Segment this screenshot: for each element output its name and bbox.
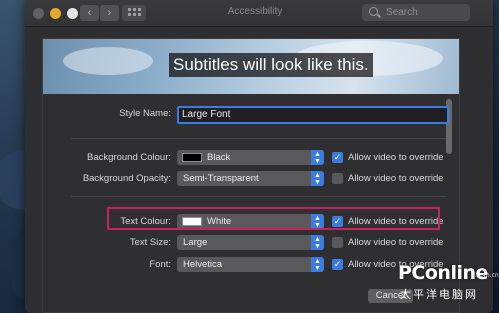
override-label: Allow video to override [348,237,444,248]
chevron-updown-icon: ▲ ▼ [311,257,324,272]
text-size-override-checkbox[interactable] [332,237,343,248]
background-opacity-label: Background Opacity: [82,173,171,184]
title-bar: ‹ › Accessibility Search [25,0,493,27]
background-colour-override-checkbox[interactable]: ✓ [332,152,343,163]
search-placeholder: Search [386,7,418,18]
style-name-row: Style Name: Large Font [43,106,459,124]
font-value: Helvetica [183,259,223,270]
subtitle-preview: Subtitles will look like this. [43,39,459,94]
style-name-label: Style Name: [119,108,171,119]
background-colour-popup[interactable]: Black ▲ ▼ [177,150,324,165]
font-popup[interactable]: Helvetica ▲ ▼ [177,257,324,272]
divider [71,138,446,139]
background-colour-row: Background Colour: Black ▲ ▼ ✓ Allow vide… [43,150,459,166]
font-row: Font: Helvetica ▲ ▼ ✓ Allow video to over… [43,257,459,273]
chevron-updown-icon: ▲ ▼ [311,150,324,165]
preview-subtitle-text: Subtitles will look like this. [169,53,373,77]
preview-sky-cloud [63,47,153,75]
text-size-label: Text Size: [129,237,171,248]
text-size-row: Text Size: Large ▲ ▼ Allow video to overr… [43,235,459,251]
background-opacity-value: Semi-Transparent [183,173,259,184]
text-size-value: Large [183,237,208,248]
text-size-highlight-box [107,207,440,230]
background-colour-value: Black [207,152,231,163]
colour-swatch [182,153,202,162]
background-opacity-override-checkbox[interactable] [332,173,343,184]
window-title: Accessibility [227,6,283,17]
forward-button[interactable]: › [100,5,119,21]
override-label: Allow video to override [348,173,444,184]
chevron-updown-icon: ▲ ▼ [311,171,324,186]
minimize-window-button[interactable] [50,8,61,19]
pconline-watermark: PConline .com.cn 太平洋电脑网 [398,262,499,312]
style-name-field[interactable]: Large Font [177,106,449,124]
watermark-domain: .com.cn [475,272,499,279]
background-opacity-row: Background Opacity: Semi-Transparent ▲ ▼ … [43,171,459,187]
background-opacity-popup[interactable]: Semi-Transparent ▲ ▼ [177,171,324,186]
background-colour-label: Background Colour: [87,152,171,163]
font-override-checkbox[interactable]: ✓ [332,259,343,270]
back-button[interactable]: ‹ [80,5,99,21]
chevron-updown-icon: ▲ ▼ [311,235,324,250]
watermark-chinese: 太平洋电脑网 [400,288,478,301]
override-label: Allow video to override [348,152,444,163]
zoom-window-button[interactable] [67,8,78,19]
search-icon [369,7,378,16]
close-window-button[interactable] [33,8,44,19]
search-input[interactable]: Search [362,4,470,21]
show-all-grid-icon[interactable] [122,5,146,21]
text-size-popup[interactable]: Large ▲ ▼ [177,235,324,250]
divider [71,196,446,197]
font-label: Font: [149,259,171,270]
